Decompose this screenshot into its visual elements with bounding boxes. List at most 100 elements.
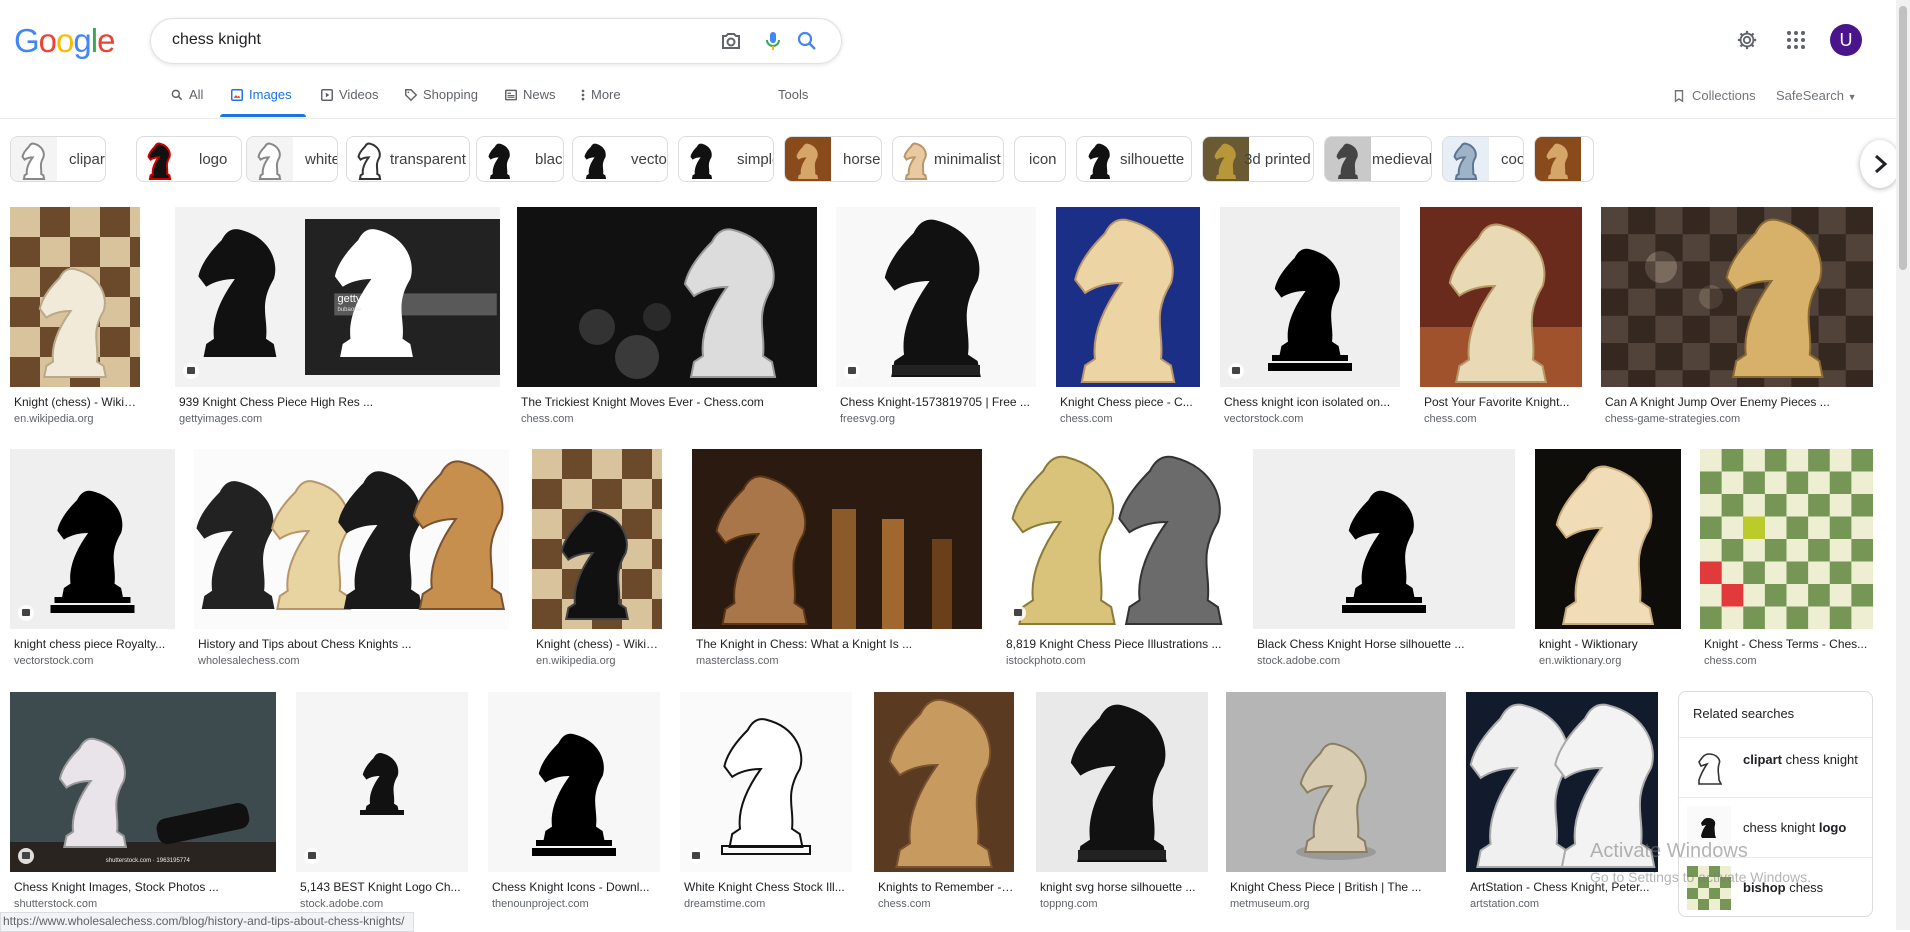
chip-black[interactable]: black — [476, 136, 564, 182]
result-source[interactable]: vectorstock.com — [1224, 413, 1400, 425]
tab-images[interactable]: Images — [230, 84, 292, 118]
result-title[interactable]: Knight - Chess Terms - Ches... — [1704, 637, 1873, 651]
chip-cool[interactable]: cool — [1442, 136, 1524, 182]
chip-minimalist[interactable]: minimalist — [892, 136, 1004, 182]
result-thumbnail[interactable] — [1036, 692, 1208, 872]
tab-videos[interactable]: Videos — [320, 84, 379, 118]
result-thumbnail[interactable] — [1226, 692, 1446, 872]
image-result[interactable]: The Knight in Chess: What a Knight Is ..… — [692, 449, 982, 683]
chip-white[interactable]: white — [246, 136, 338, 182]
result-source[interactable]: stock.adobe.com — [300, 898, 468, 910]
chip-3d-printed[interactable]: 3d printed — [1202, 136, 1314, 182]
result-source[interactable]: vectorstock.com — [14, 655, 175, 667]
result-thumbnail[interactable] — [1700, 449, 1873, 629]
image-result[interactable]: Chess knight icon isolated on... vectorst… — [1220, 207, 1400, 441]
result-thumbnail[interactable]: shutterstock.com · 1963195774 — [10, 692, 276, 872]
result-thumbnail[interactable] — [680, 692, 852, 872]
chip-icon[interactable]: icon — [1014, 136, 1066, 182]
image-result[interactable]: shutterstock.com · 1963195774 Chess Knigh… — [10, 692, 276, 926]
image-result[interactable]: ArtStation - Chess Knight, Peter... artst… — [1466, 692, 1658, 926]
result-thumbnail[interactable] — [1253, 449, 1515, 629]
result-thumbnail[interactable] — [692, 449, 982, 629]
result-source[interactable]: chess.com — [1704, 655, 1873, 667]
image-result[interactable]: Knight (chess) - Wikipe... en.wikipedia.o… — [532, 449, 662, 683]
result-source[interactable]: shutterstock.com — [14, 898, 276, 910]
result-source[interactable]: chess.com — [878, 898, 1014, 910]
result-thumbnail[interactable] — [517, 207, 817, 387]
result-title[interactable]: 939 Knight Chess Piece High Res ... — [179, 395, 500, 409]
tab-shopping[interactable]: Shopping — [404, 84, 478, 118]
result-thumbnail[interactable]: gettyimages bubaone — [175, 207, 500, 387]
result-title[interactable]: Knight (chess) - Wikipe... — [536, 637, 662, 651]
result-thumbnail[interactable] — [10, 207, 140, 387]
image-result[interactable]: knight - Wiktionary en.wiktionary.org — [1535, 449, 1681, 683]
result-title[interactable]: Knight (chess) - Wikipe... — [14, 395, 140, 409]
result-source[interactable]: thenounproject.com — [492, 898, 660, 910]
chip-transparent[interactable]: transparent — [346, 136, 470, 182]
result-thumbnail[interactable] — [532, 449, 662, 629]
result-title[interactable]: The Trickiest Knight Moves Ever - Chess.… — [521, 395, 817, 409]
result-thumbnail[interactable] — [1002, 449, 1234, 629]
result-thumbnail[interactable] — [1601, 207, 1873, 387]
image-result[interactable]: Post Your Favorite Knight... chess.com — [1420, 207, 1582, 441]
image-result[interactable]: Can A Knight Jump Over Enemy Pieces ... c… — [1601, 207, 1873, 441]
image-result[interactable]: knight svg horse silhouette ... toppng.co… — [1036, 692, 1208, 926]
result-title[interactable]: Can A Knight Jump Over Enemy Pieces ... — [1605, 395, 1873, 409]
image-result[interactable]: gettyimages bubaone 939 Knight Chess Piece… — [175, 207, 500, 441]
safesearch-dropdown[interactable]: SafeSearch ▼ — [1776, 88, 1856, 103]
image-result[interactable]: Knight (chess) - Wikipe... en.wikipedia.o… — [10, 207, 140, 441]
apps-grid-icon[interactable] — [1786, 30, 1806, 55]
camera-icon[interactable] — [719, 29, 743, 53]
result-title[interactable]: Knight Chess Piece | British | The ... — [1230, 880, 1446, 894]
result-title[interactable]: White Knight Chess Stock Ill... — [684, 880, 852, 894]
google-logo[interactable]: Google — [14, 22, 115, 60]
result-source[interactable]: metmuseum.org — [1230, 898, 1446, 910]
result-thumbnail[interactable] — [194, 449, 509, 629]
image-result[interactable]: knight chess piece Royalty... vectorstock… — [10, 449, 175, 683]
result-source[interactable]: chess.com — [521, 413, 817, 425]
image-result[interactable]: The Trickiest Knight Moves Ever - Chess.… — [517, 207, 817, 441]
image-result[interactable]: 5,143 BEST Knight Logo Ch... stock.adobe.… — [296, 692, 468, 926]
image-result[interactable]: Knight - Chess Terms - Ches... chess.com — [1700, 449, 1873, 683]
result-source[interactable]: istockphoto.com — [1006, 655, 1234, 667]
result-thumbnail[interactable] — [1420, 207, 1582, 387]
result-thumbnail[interactable] — [1220, 207, 1400, 387]
result-title[interactable]: knight svg horse silhouette ... — [1040, 880, 1208, 894]
chip-vector[interactable]: vector — [572, 136, 668, 182]
result-title[interactable]: 5,143 BEST Knight Logo Ch... — [300, 880, 468, 894]
chip-silhouette[interactable]: silhouette — [1076, 136, 1192, 182]
search-box[interactable]: chess knight — [150, 18, 842, 64]
result-source[interactable]: wholesalechess.com — [198, 655, 509, 667]
account-avatar[interactable]: U — [1830, 24, 1862, 56]
result-source[interactable]: dreamstime.com — [684, 898, 852, 910]
tab-all[interactable]: All — [170, 84, 203, 118]
chip-simple[interactable]: simple — [678, 136, 774, 182]
chips-next-button[interactable] — [1860, 140, 1900, 188]
tools-button[interactable]: Tools — [778, 84, 808, 118]
microphone-icon[interactable] — [761, 29, 785, 53]
image-result[interactable]: Black Chess Knight Horse silhouette ... s… — [1253, 449, 1515, 683]
result-source[interactable]: en.wikipedia.org — [536, 655, 662, 667]
result-source[interactable]: en.wiktionary.org — [1539, 655, 1681, 667]
chip-logo[interactable]: logo — [136, 136, 242, 182]
result-title[interactable]: Knight Chess piece - C... — [1060, 395, 1200, 409]
result-title[interactable]: Chess Knight-1573819705 | Free ... — [840, 395, 1036, 409]
result-thumbnail[interactable] — [836, 207, 1036, 387]
search-input[interactable]: chess knight — [172, 31, 261, 49]
chip-horse[interactable]: horse — [784, 136, 882, 182]
chip-clipart[interactable]: clipart — [10, 136, 106, 182]
result-title[interactable]: 8,819 Knight Chess Piece Illustrations .… — [1006, 637, 1234, 651]
result-source[interactable]: chess.com — [1424, 413, 1582, 425]
image-result[interactable]: Knight Chess Piece | British | The ... me… — [1226, 692, 1446, 926]
collections-link[interactable]: Collections — [1672, 88, 1756, 103]
result-title[interactable]: knight chess piece Royalty... — [14, 637, 175, 651]
related-search-item[interactable]: clipart chess knight — [1679, 737, 1872, 798]
chip-medieval[interactable]: medieval — [1324, 136, 1432, 182]
tab-news[interactable]: News — [504, 84, 556, 118]
settings-gear-icon[interactable] — [1736, 29, 1758, 56]
result-thumbnail[interactable] — [296, 692, 468, 872]
result-source[interactable]: stock.adobe.com — [1257, 655, 1515, 667]
result-title[interactable]: Chess Knight Images, Stock Photos ... — [14, 880, 276, 894]
result-source[interactable]: artstation.com — [1470, 898, 1658, 910]
result-source[interactable]: chess-game-strategies.com — [1605, 413, 1873, 425]
